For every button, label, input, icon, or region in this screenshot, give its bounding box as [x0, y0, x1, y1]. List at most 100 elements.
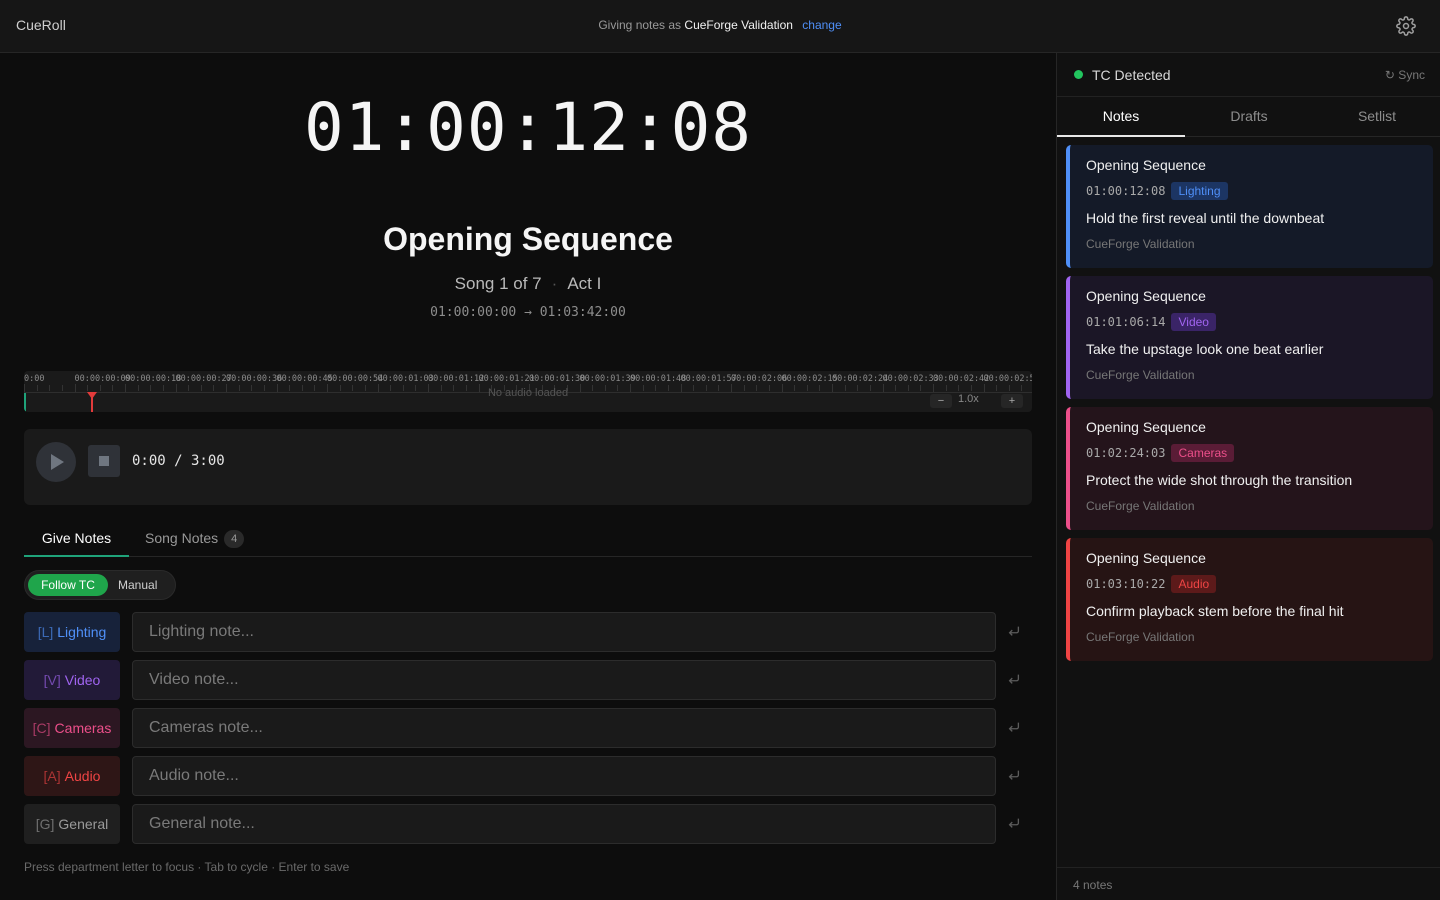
- sidebar-footer: 4 notes: [1057, 867, 1440, 900]
- note-row-audio: [A] Audio: [24, 756, 1032, 796]
- play-button[interactable]: [36, 442, 76, 482]
- dept-shortcut-key: [L]: [37, 624, 54, 640]
- note-timecode: 01:02:24:03: [1086, 446, 1166, 460]
- zoom-level: 1.0x: [958, 393, 979, 405]
- zoom-in-button[interactable]: +: [1001, 394, 1023, 408]
- note-author: CueForge Validation: [1086, 630, 1195, 644]
- current-user: CueForge Validation: [684, 18, 793, 32]
- dept-name: General: [58, 816, 109, 832]
- note-text: Protect the wide shot through the transi…: [1086, 472, 1353, 488]
- note-timecode: 01:01:06:14: [1086, 315, 1166, 329]
- dept-button-lighting[interactable]: [L] Lighting: [24, 612, 120, 652]
- timeline-tick-label: 0:00: [24, 374, 45, 384]
- timeline-tick-label: 00:00:00:27: [175, 374, 232, 384]
- no-audio-label: No audio loaded: [487, 387, 569, 399]
- song-meta: Song 1 of 7 · Act I: [0, 274, 1056, 294]
- note-card[interactable]: Opening Sequence 01:01:06:14 Video Take the…: [1066, 276, 1433, 399]
- tab-setlist[interactable]: Setlist: [1313, 97, 1440, 137]
- stop-button[interactable]: [88, 445, 120, 477]
- timeline-tick-label: 00:00:01:39: [579, 374, 636, 384]
- note-author: CueForge Validation: [1086, 237, 1195, 251]
- video-note-input[interactable]: [132, 660, 996, 700]
- follow-tc-button[interactable]: Follow TC: [28, 574, 108, 596]
- note-author: CueForge Validation: [1086, 499, 1195, 513]
- timeline[interactable]: 0:00 00:00:00:09 00:00:00:18 00:00:00:27 00:…: [24, 371, 1032, 412]
- stop-icon: [99, 456, 109, 466]
- start-marker: [24, 393, 26, 412]
- enter-icon[interactable]: [1007, 624, 1021, 638]
- dept-shortcut-key: [A]: [43, 768, 61, 784]
- dept-button-audio[interactable]: [A] Audio: [24, 756, 120, 796]
- note-meta: 01:03:10:22 Audio: [1086, 575, 1419, 593]
- note-card[interactable]: Opening Sequence 01:03:10:22 Audio Confirm …: [1066, 538, 1433, 661]
- tc-status-dot: [1074, 70, 1083, 79]
- timeline-tick-label: 00:00:02:06: [731, 374, 788, 384]
- timeline-tick-label: 00:00:02:42: [933, 374, 990, 384]
- song-notes-count: 4: [224, 530, 245, 549]
- sync-button[interactable]: ↻ Sync: [1385, 68, 1425, 82]
- dept-shortcut-key: [C]: [32, 720, 51, 736]
- notes-tabs: Give Notes Song Notes 4: [24, 522, 1032, 557]
- song-position: Song 1 of 7: [454, 274, 542, 293]
- timeline-tick-label: 00:00:02:24: [832, 374, 889, 384]
- timeline-tick-label: 00:00:00:36: [226, 374, 283, 384]
- mode-toggle: Follow TC Manual: [24, 570, 176, 600]
- gear-icon[interactable]: [1396, 16, 1416, 36]
- note-dept-badge: Audio: [1171, 575, 1217, 593]
- timeline-tick-label: 00:00:00:09: [74, 374, 131, 384]
- timeline-tick-label: 00:00:01:03: [377, 374, 434, 384]
- timeline-tick-label: 00:00:01:57: [680, 374, 737, 384]
- note-timecode: 01:00:12:08: [1086, 184, 1166, 198]
- tab-give-notes[interactable]: Give Notes: [24, 522, 129, 557]
- dept-button-video[interactable]: [V] Video: [24, 660, 120, 700]
- note-card[interactable]: Opening Sequence 01:00:12:08 Lighting Hold …: [1066, 145, 1433, 268]
- tc-status-label: TC Detected: [1092, 67, 1171, 83]
- playback-time: 0:00 / 3:00: [132, 453, 225, 469]
- dept-name: Lighting: [57, 624, 107, 640]
- note-meta: 01:00:12:08 Lighting: [1086, 182, 1419, 200]
- top-bar: CueRoll Giving notes as CueForge Validat…: [0, 0, 1440, 53]
- song-timecode-range: 01:00:00:00 → 01:03:42:00: [430, 305, 626, 320]
- note-song: Opening Sequence: [1086, 157, 1206, 173]
- note-text: Confirm playback stem before the final h…: [1086, 603, 1344, 619]
- timeline-tick-label: 00:00:02:15: [781, 374, 838, 384]
- dept-button-general[interactable]: [G] General: [24, 804, 120, 844]
- keyboard-hint: Press department letter to focus · Tab t…: [24, 860, 350, 874]
- enter-icon[interactable]: [1007, 816, 1021, 830]
- separator-dot: ·: [551, 274, 558, 293]
- dept-button-cameras[interactable]: [C] Cameras: [24, 708, 120, 748]
- note-dept-badge: Cameras: [1171, 444, 1235, 462]
- timeline-tick-label: 00:00:00:45: [276, 374, 333, 384]
- manual-button[interactable]: Manual: [118, 574, 157, 596]
- timeline-tick-label: 00:00:02:33: [882, 374, 939, 384]
- giving-prefix: Giving notes as: [598, 18, 682, 32]
- note-text: Take the upstage look one beat earlier: [1086, 341, 1324, 357]
- tab-drafts[interactable]: Drafts: [1185, 97, 1313, 137]
- timeline-tick-label: 00:00:01:21: [478, 374, 535, 384]
- dept-shortcut-key: [G]: [35, 816, 55, 832]
- note-song: Opening Sequence: [1086, 550, 1206, 566]
- audio-note-input[interactable]: [132, 756, 996, 796]
- tab-song-notes[interactable]: Song Notes 4: [145, 522, 245, 557]
- cameras-note-input[interactable]: [132, 708, 996, 748]
- main-panel: 01:00:12:08 Opening Sequence Song 1 of 7…: [0, 53, 1056, 900]
- lighting-note-input[interactable]: [132, 612, 996, 652]
- note-card[interactable]: Opening Sequence 01:02:24:03 Cameras Protec…: [1066, 407, 1433, 530]
- change-user-link[interactable]: change: [802, 18, 841, 32]
- timeline-tick-label: 00:00:01:30: [529, 374, 586, 384]
- dept-name: Cameras: [54, 720, 112, 736]
- transport-controls: 0:00 / 3:00: [24, 429, 1032, 505]
- song-title: Opening Sequence: [383, 221, 673, 257]
- tab-song-notes-label: Song Notes: [145, 530, 219, 546]
- tab-notes[interactable]: Notes: [1057, 97, 1185, 137]
- enter-icon[interactable]: [1007, 672, 1021, 686]
- general-note-input[interactable]: [132, 804, 996, 844]
- note-meta: 01:02:24:03 Cameras: [1086, 444, 1419, 462]
- enter-icon[interactable]: [1007, 720, 1021, 734]
- song-act: Act I: [567, 274, 602, 293]
- zoom-out-button[interactable]: −: [930, 394, 952, 408]
- enter-icon[interactable]: [1007, 768, 1021, 782]
- note-dept-badge: Video: [1171, 313, 1216, 331]
- playhead[interactable]: [91, 393, 93, 412]
- timeline-tick-label: 00:00:00:18: [125, 374, 182, 384]
